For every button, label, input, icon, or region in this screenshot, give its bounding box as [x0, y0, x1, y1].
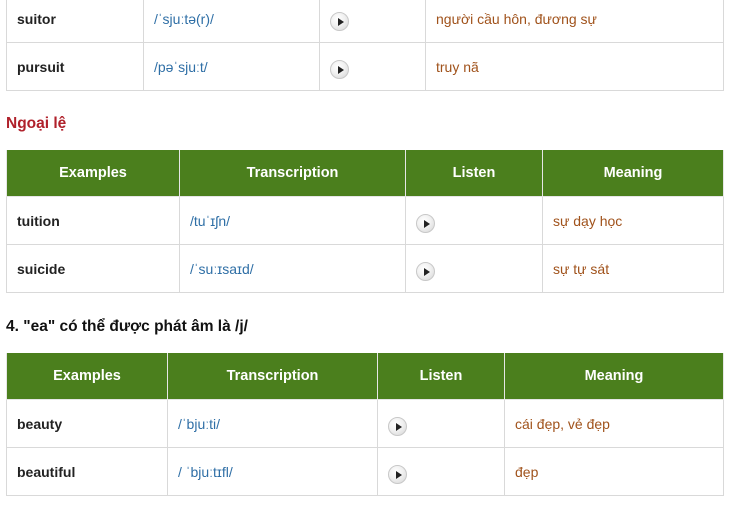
table-row: beauty /ˈbjuːti/ cái đẹp, vẻ đẹp [6, 399, 724, 448]
play-icon[interactable] [388, 416, 407, 436]
column-header-listen: Listen [405, 150, 543, 197]
meaning: người cầu hôn, đương sự [425, 0, 724, 43]
section-4-table: Examples Transcription Listen Meaning be… [6, 353, 724, 496]
transcription: /pəˈsjuːt/ [143, 42, 320, 91]
example-word: pursuit [6, 42, 144, 91]
table-row: beautiful / ˈbjuːtɪfl/ đẹp [6, 447, 724, 496]
table-header-row: Examples Transcription Listen Meaning [6, 150, 724, 197]
column-header-transcription: Transcription [167, 353, 378, 400]
play-icon[interactable] [388, 464, 407, 484]
listen-cell [405, 196, 543, 245]
play-icon[interactable] [416, 213, 435, 233]
exceptions-table: Examples Transcription Listen Meaning tu… [6, 150, 724, 293]
column-header-meaning: Meaning [542, 150, 724, 197]
transcription: /ˈsuːɪsaɪd/ [179, 244, 406, 293]
play-icon[interactable] [330, 59, 349, 79]
table-row: suitor /ˈsjuːtə(r)/ người cầu hôn, đương… [6, 0, 724, 43]
transcription: /tuˈɪʃn/ [179, 196, 406, 245]
section-4-heading: 4. "ea" có thể được phát âm là /j/ [6, 318, 248, 335]
listen-cell [377, 399, 505, 448]
table-row: pursuit /pəˈsjuːt/ truy nã [6, 42, 724, 91]
column-header-examples: Examples [6, 353, 168, 400]
exceptions-heading: Ngoại lệ [6, 115, 67, 132]
table-row: tuition /tuˈɪʃn/ sự dạy học [6, 196, 724, 245]
column-header-meaning: Meaning [504, 353, 724, 400]
transcription: /ˈbjuːti/ [167, 399, 378, 448]
play-icon[interactable] [330, 11, 349, 31]
table-row: suicide /ˈsuːɪsaɪd/ sự tự sát [6, 244, 724, 293]
play-icon[interactable] [416, 261, 435, 281]
listen-cell [319, 0, 426, 43]
vocab-table-continued: suitor /ˈsjuːtə(r)/ người cầu hôn, đương… [6, 0, 724, 91]
example-word: suicide [6, 244, 180, 293]
listen-cell [405, 244, 543, 293]
example-word: suitor [6, 0, 144, 43]
column-header-transcription: Transcription [179, 150, 406, 197]
transcription: / ˈbjuːtɪfl/ [167, 447, 378, 496]
column-header-listen: Listen [377, 353, 505, 400]
meaning: cái đẹp, vẻ đẹp [504, 399, 724, 448]
listen-cell [319, 42, 426, 91]
meaning: sự dạy học [542, 196, 724, 245]
table-header-row: Examples Transcription Listen Meaning [6, 353, 724, 400]
meaning: truy nã [425, 42, 724, 91]
meaning: đẹp [504, 447, 724, 496]
example-word: tuition [6, 196, 180, 245]
transcription: /ˈsjuːtə(r)/ [143, 0, 320, 43]
column-header-examples: Examples [6, 150, 180, 197]
example-word: beauty [6, 399, 168, 448]
example-word: beautiful [6, 447, 168, 496]
listen-cell [377, 447, 505, 496]
meaning: sự tự sát [542, 244, 724, 293]
